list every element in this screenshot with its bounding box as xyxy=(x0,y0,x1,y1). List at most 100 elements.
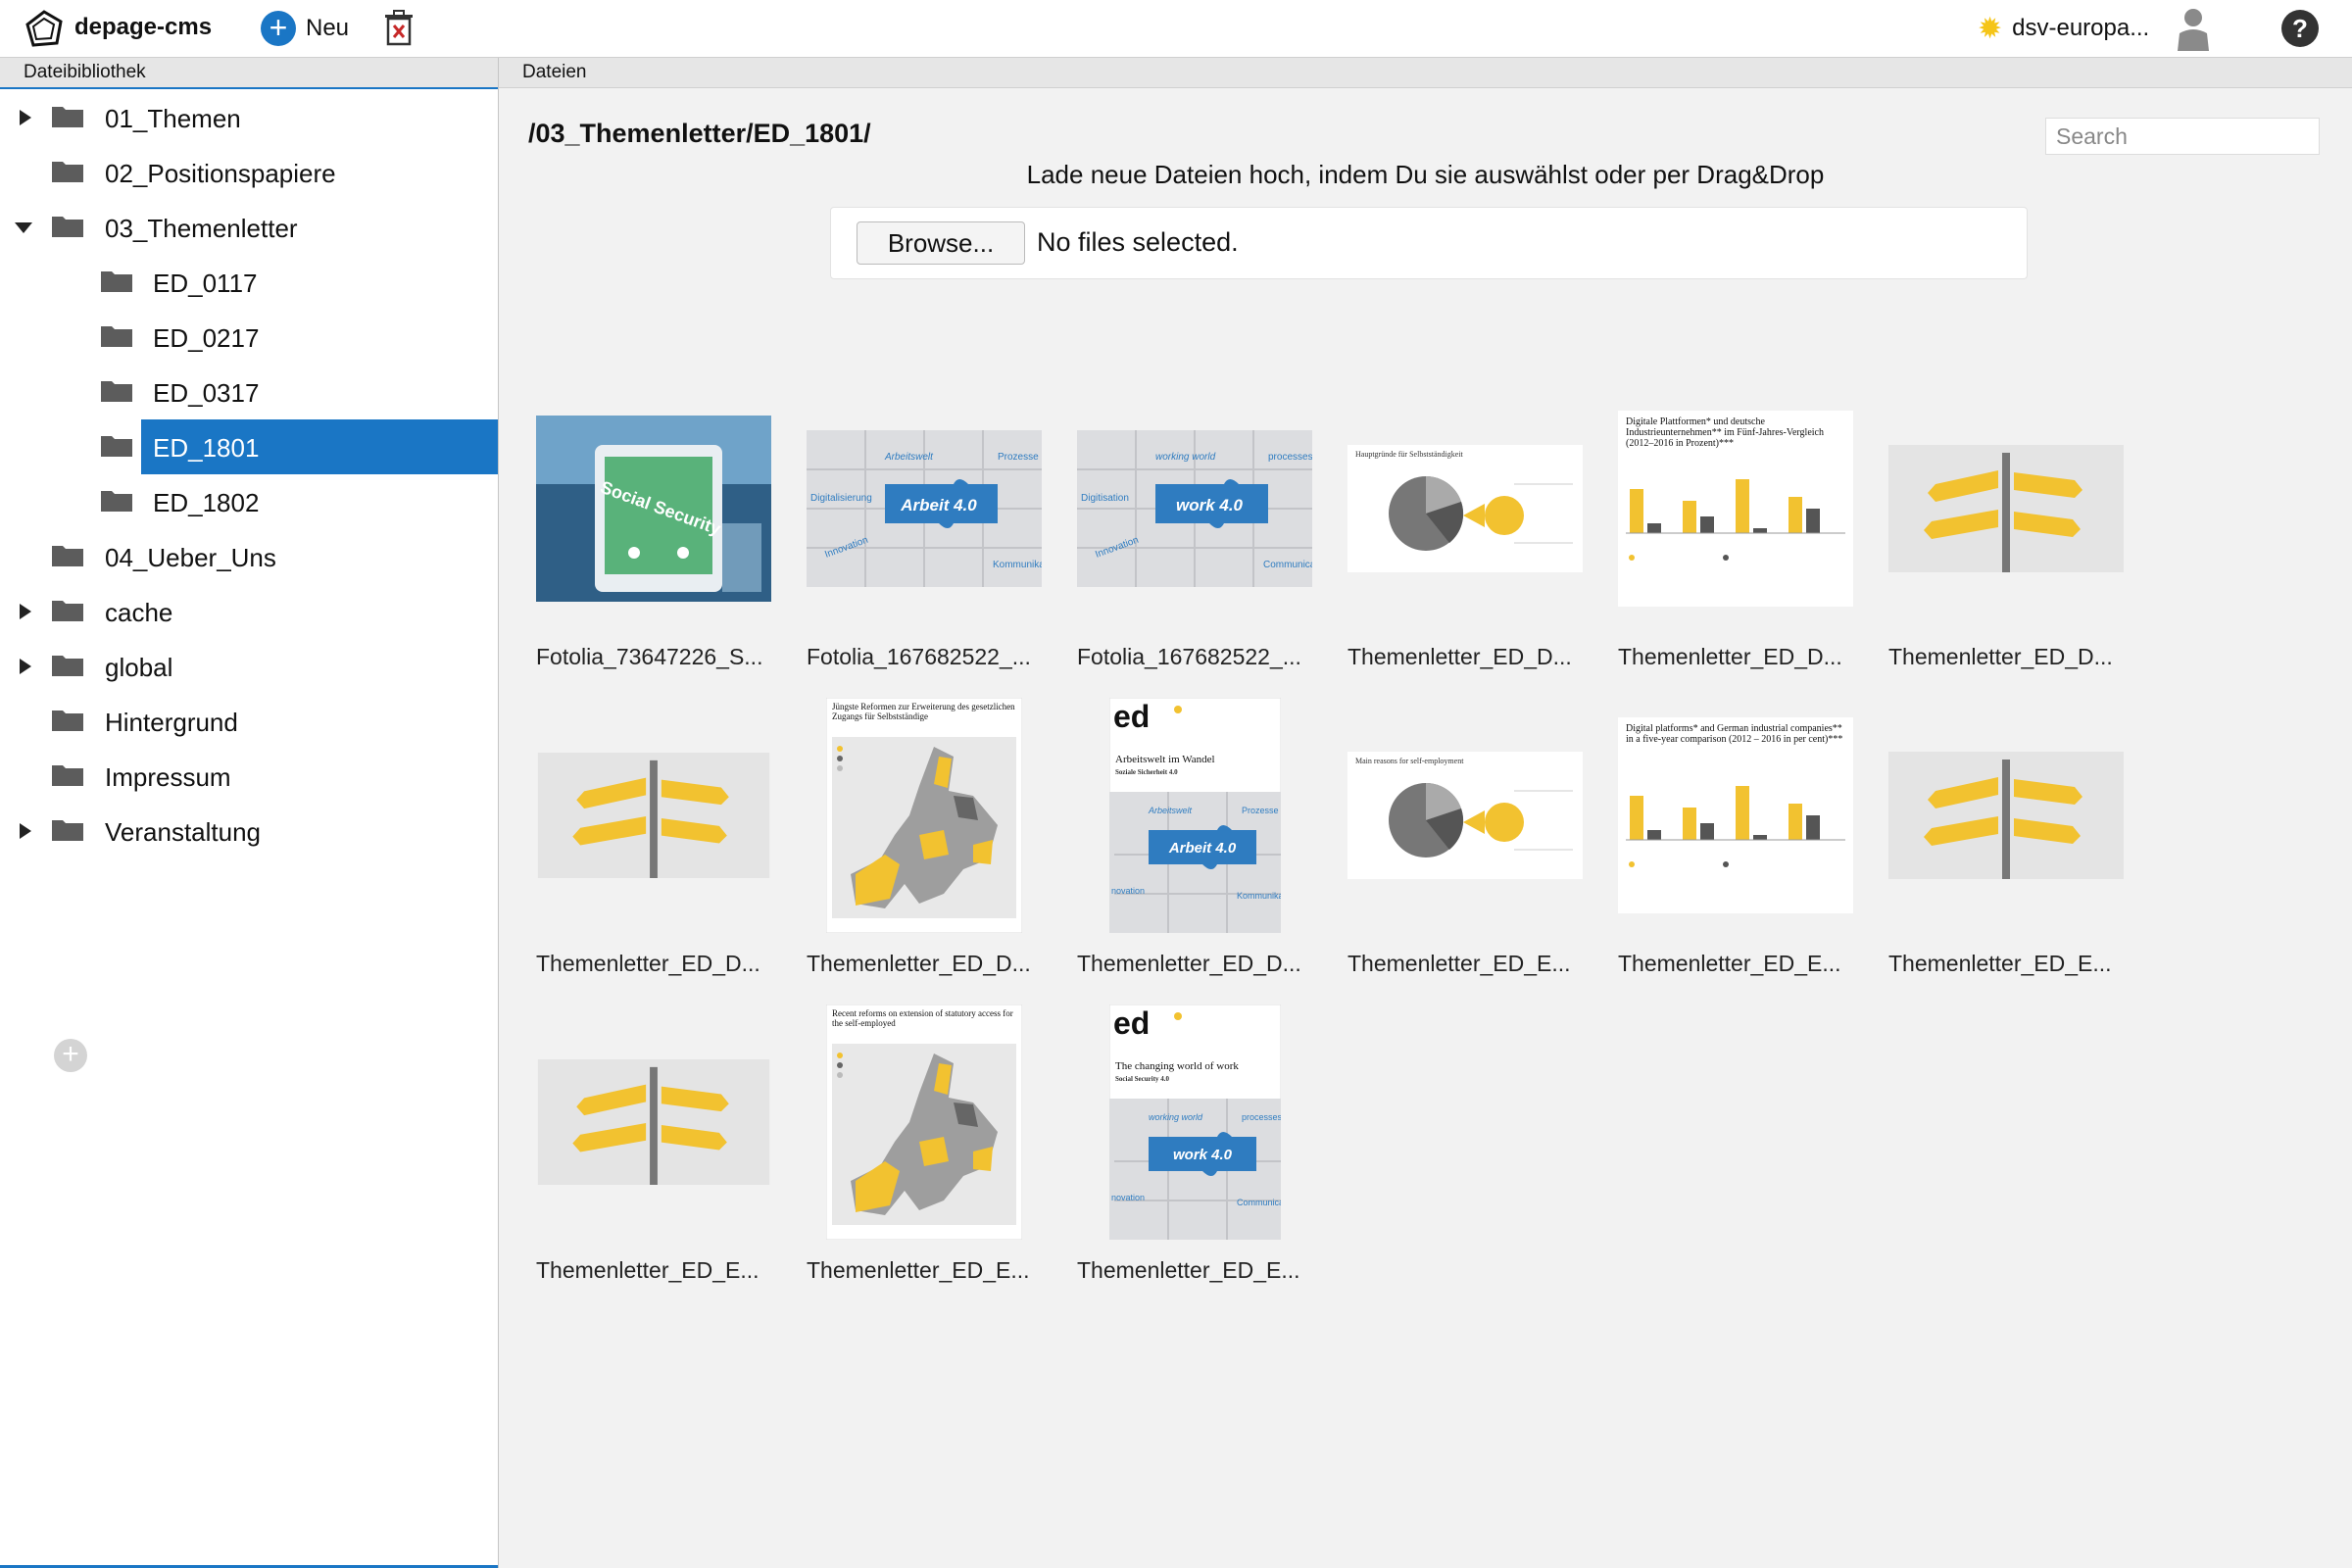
file-thumbnail[interactable]: work 4.0 working world Digitisation Innovat… xyxy=(1077,391,1312,669)
app-title: depage-cms xyxy=(74,14,213,40)
tree-item-04_ueber_uns[interactable]: 04_Ueber_Uns xyxy=(0,531,498,582)
file-thumbnail[interactable]: Main reasons for self-employment Themenle… xyxy=(1348,698,1583,976)
photo-thumbnail-image: Social Security xyxy=(536,391,771,626)
tree-item-label: 03_Themenletter xyxy=(105,214,298,243)
tree-item-label: Impressum xyxy=(105,762,231,792)
search-input[interactable] xyxy=(2045,118,2320,155)
tree-item-ed_1802[interactable]: ED_1802 xyxy=(0,476,498,527)
expand-arrow-icon[interactable] xyxy=(16,108,35,127)
svg-text:Prozesse: Prozesse xyxy=(1242,806,1279,815)
tree-item-ed_1801[interactable]: ED_1801 xyxy=(0,421,498,472)
svg-text:work 4.0: work 4.0 xyxy=(1172,1147,1232,1163)
file-thumbnail[interactable]: ed The changing world of work Social Secur… xyxy=(1077,1004,1312,1283)
project-selector[interactable]: ✹ dsv-europa... xyxy=(1978,12,2149,45)
file-thumbnail[interactable]: Recent reforms on extension of statutory… xyxy=(807,1004,1042,1283)
bar-chart-thumbnail-image: Digitale Plattformen* und deutsche Indus… xyxy=(1618,391,1853,626)
file-name: Themenletter_ED_D... xyxy=(536,951,760,976)
file-thumbnail[interactable]: Themenletter_ED_D... xyxy=(1888,391,2124,669)
svg-text:work 4.0: work 4.0 xyxy=(1176,496,1244,514)
tree-item-label: ED_1801 xyxy=(153,433,260,463)
svg-text:Prozesse: Prozesse xyxy=(998,452,1039,463)
folder-icon xyxy=(52,765,83,786)
file-thumbnail[interactable]: Themenletter_ED_E... xyxy=(1888,698,2124,976)
delete-trash-icon[interactable] xyxy=(382,10,416,47)
svg-text:Communica: Communica xyxy=(1263,560,1312,570)
file-name: Fotolia_167682522_... xyxy=(807,644,1031,669)
file-thumbnail[interactable]: Arbeit 4.0 Arbeitswelt Digitalisierung Inno… xyxy=(807,391,1042,669)
folder-icon xyxy=(101,326,132,347)
svg-text:Soziale Sicherheit 4.0: Soziale Sicherheit 4.0 xyxy=(1115,768,1178,776)
file-thumbnail[interactable]: Jüngste Reformen zur Erweiterung des ges… xyxy=(807,698,1042,976)
tree-item-01_themen[interactable]: 01_Themen xyxy=(0,92,498,143)
file-name: Themenletter_ED_D... xyxy=(1348,644,1572,669)
collapse-arrow-icon[interactable] xyxy=(14,218,33,237)
tree-item-ed_0117[interactable]: ED_0117 xyxy=(0,257,498,308)
svg-text:Digitisation: Digitisation xyxy=(1081,493,1129,504)
svg-text:Hauptgründe für Selbstständigk: Hauptgründe für Selbstständigkeit xyxy=(1355,450,1464,459)
puzzle-thumbnail-image: work 4.0 working world Digitisation Innovat… xyxy=(1077,391,1312,626)
svg-text:novation: novation xyxy=(1111,886,1145,896)
current-path: /03_Themenletter/ED_1801/ xyxy=(528,119,871,148)
no-files-label: No files selected. xyxy=(1037,227,1239,257)
tree-item-03_themenletter[interactable]: 03_Themenletter xyxy=(0,202,498,253)
expand-arrow-icon[interactable] xyxy=(16,657,35,676)
svg-text:ed: ed xyxy=(1113,1005,1150,1041)
svg-text:Social Security 4.0: Social Security 4.0 xyxy=(1115,1075,1170,1083)
add-folder-icon[interactable]: + xyxy=(54,1039,87,1072)
file-thumbnail[interactable]: Hauptgründe für Selbstständigkeit Themenl… xyxy=(1348,391,1583,669)
file-library-sidebar: Dateibibliothek 01_Themen 02_Positionspap… xyxy=(0,58,499,1568)
tree-item-label: 02_Positionspapiere xyxy=(105,159,336,188)
map-thumbnail-image: Recent reforms on extension of statutory… xyxy=(807,1004,1042,1240)
folder-icon xyxy=(52,107,83,127)
tree-item-global[interactable]: global xyxy=(0,641,498,692)
tree-item-cache[interactable]: cache xyxy=(0,586,498,637)
tree-item-hintergrund[interactable]: Hintergrund xyxy=(0,696,498,747)
svg-text:Main reasons for self-employme: Main reasons for self-employment xyxy=(1355,757,1464,765)
cover-thumbnail-image: ed The changing world of work Social Secur… xyxy=(1077,1004,1312,1240)
sidebar-header: Dateibibliothek xyxy=(0,58,498,89)
file-thumbnail[interactable]: ed Arbeitswelt im Wandel Soziale Sicherhei… xyxy=(1077,698,1312,976)
user-icon[interactable] xyxy=(2174,6,2213,51)
file-thumbnail[interactable]: Themenletter_ED_D... xyxy=(536,698,771,976)
tree-item-label: Hintergrund xyxy=(105,708,238,737)
svg-text:working world: working world xyxy=(1149,1112,1203,1122)
toolbar: depage-cms + Neu ✹ dsv-europa... ? xyxy=(0,0,2352,58)
svg-text:Kommunika: Kommunika xyxy=(993,560,1042,570)
tree-item-ed_0317[interactable]: ED_0317 xyxy=(0,367,498,417)
new-button[interactable]: + Neu xyxy=(261,10,349,47)
bar-chart-thumbnail-image: Digital platforms* and German industrial… xyxy=(1618,698,1853,933)
file-thumbnail[interactable]: Digitale Plattformen* und deutsche Indus… xyxy=(1618,391,1853,669)
expand-arrow-icon[interactable] xyxy=(16,602,35,621)
upload-hint: Lade neue Dateien hoch, indem Du sie aus… xyxy=(1026,160,1825,189)
svg-text:processes: processes xyxy=(1242,1112,1281,1122)
tree-item-02_positionspapiere[interactable]: 02_Positionspapiere xyxy=(0,147,498,198)
file-thumbnail[interactable]: Digital platforms* and German industrial… xyxy=(1618,698,1853,976)
file-thumbnail[interactable]: Themenletter_ED_E... xyxy=(536,1004,771,1283)
folder-icon xyxy=(52,601,83,621)
file-name: Themenletter_ED_E... xyxy=(1077,1257,1300,1283)
depage-logo-icon xyxy=(25,10,63,47)
pie-chart-thumbnail-image: Main reasons for self-employment xyxy=(1348,698,1583,933)
file-name: Themenletter_ED_E... xyxy=(1618,951,1841,976)
folder-icon xyxy=(52,656,83,676)
file-name: Themenletter_ED_E... xyxy=(536,1257,760,1283)
expand-arrow-icon[interactable] xyxy=(16,821,35,841)
folder-icon xyxy=(52,546,83,566)
file-name: Themenletter_ED_E... xyxy=(1348,951,1571,976)
help-icon[interactable]: ? xyxy=(2281,10,2319,47)
tree-item-veranstaltung[interactable]: Veranstaltung xyxy=(0,806,498,857)
tree-item-label: global xyxy=(105,653,173,682)
project-sun-icon: ✹ xyxy=(1978,12,2003,45)
svg-text:novation: novation xyxy=(1111,1193,1145,1202)
file-thumbnail[interactable]: Social Security Fotolia_73647226_S... xyxy=(536,391,771,669)
pie-chart-thumbnail-image: Hauptgründe für Selbstständigkeit xyxy=(1348,391,1583,626)
tree-item-label: ED_0317 xyxy=(153,378,260,408)
folder-icon xyxy=(101,436,132,457)
tree-item-impressum[interactable]: Impressum xyxy=(0,751,498,802)
folder-icon xyxy=(101,491,132,512)
file-name: Themenletter_ED_E... xyxy=(1888,951,2112,976)
svg-text:Arbeit 4.0: Arbeit 4.0 xyxy=(1167,840,1236,857)
tree-item-ed_0217[interactable]: ED_0217 xyxy=(0,312,498,363)
browse-button[interactable]: Browse... xyxy=(857,221,1025,265)
signpost-thumbnail-image xyxy=(1888,698,2124,933)
